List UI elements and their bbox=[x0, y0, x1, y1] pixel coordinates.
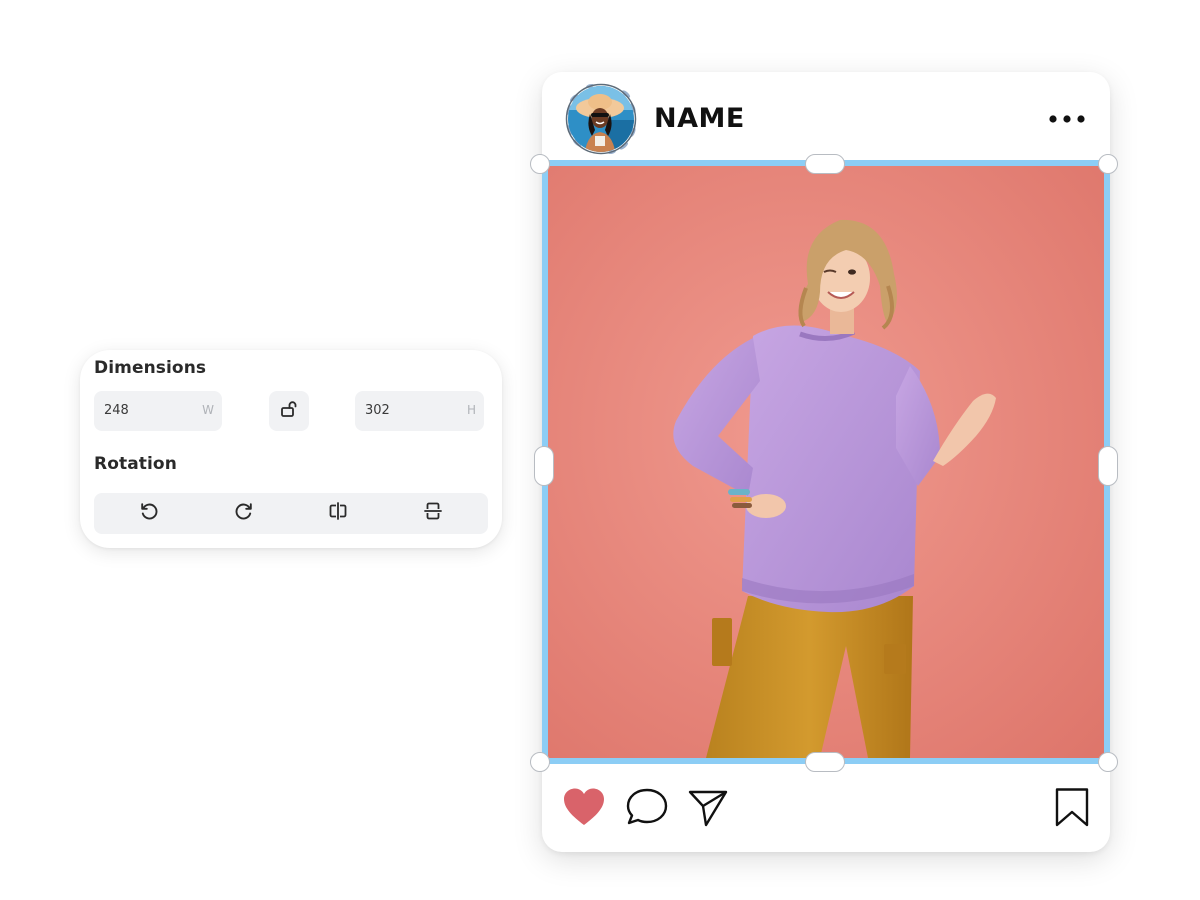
bookmark-button[interactable] bbox=[1052, 786, 1092, 832]
share-icon bbox=[687, 787, 729, 832]
rotation-toolbar bbox=[94, 493, 488, 534]
like-button[interactable] bbox=[560, 786, 608, 832]
comment-button[interactable] bbox=[623, 786, 671, 832]
flip-horizontal-button[interactable] bbox=[321, 497, 355, 531]
resize-handle-bottom-left[interactable] bbox=[530, 752, 550, 772]
dimensions-heading: Dimensions bbox=[94, 358, 207, 378]
rotation-heading: Rotation bbox=[94, 454, 177, 474]
resize-handle-bottom[interactable] bbox=[805, 752, 845, 772]
aspect-lock-button[interactable] bbox=[269, 391, 309, 431]
more-dots-icon bbox=[1047, 111, 1087, 129]
comment-icon bbox=[625, 787, 669, 832]
resize-handle-top[interactable] bbox=[805, 154, 845, 174]
share-button[interactable] bbox=[684, 786, 732, 832]
social-post-card: NAME bbox=[530, 72, 1118, 852]
unlock-icon bbox=[279, 399, 299, 424]
width-value: 248 bbox=[104, 403, 129, 418]
height-unit: H bbox=[466, 403, 476, 417]
resize-handle-top-left[interactable] bbox=[530, 154, 550, 174]
rotate-right-button[interactable] bbox=[227, 497, 261, 531]
post-photo[interactable] bbox=[542, 160, 1110, 764]
resize-handle-right[interactable] bbox=[1098, 446, 1118, 486]
more-options-button[interactable] bbox=[1045, 108, 1089, 132]
canvas: Dimensions 248 W 302 H Rotation NAME bbox=[0, 0, 1200, 900]
height-field[interactable]: 302 H bbox=[355, 391, 484, 431]
height-value: 302 bbox=[365, 403, 390, 418]
rotate-left-button[interactable] bbox=[132, 497, 166, 531]
profile-avatar[interactable] bbox=[562, 80, 640, 158]
rotate-right-icon bbox=[233, 500, 255, 527]
profile-name[interactable]: NAME bbox=[654, 103, 745, 134]
flip-vertical-icon bbox=[422, 500, 444, 527]
resize-handle-top-right[interactable] bbox=[1098, 154, 1118, 174]
resize-handle-left[interactable] bbox=[534, 446, 554, 486]
width-field[interactable]: 248 W bbox=[94, 391, 222, 431]
properties-panel: Dimensions 248 W 302 H Rotation bbox=[80, 350, 502, 548]
flip-vertical-button[interactable] bbox=[416, 497, 450, 531]
rotate-left-icon bbox=[138, 500, 160, 527]
heart-icon bbox=[562, 787, 606, 832]
resize-handle-bottom-right[interactable] bbox=[1098, 752, 1118, 772]
width-unit: W bbox=[202, 403, 214, 417]
flip-horizontal-icon bbox=[327, 500, 349, 527]
bookmark-icon bbox=[1054, 787, 1090, 832]
